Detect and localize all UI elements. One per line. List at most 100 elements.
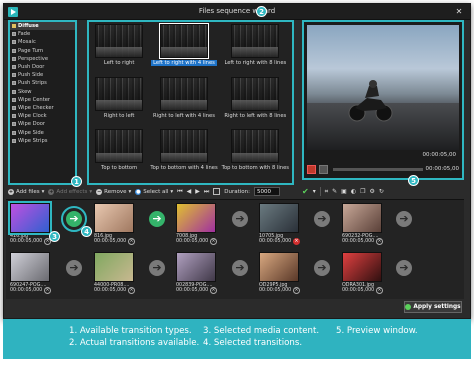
transition-label: Top to bottom with 8 lines xyxy=(221,165,289,172)
transition-type-item[interactable]: Wipe Strips xyxy=(10,137,75,145)
select-all-button[interactable]: ● Select all ▾ xyxy=(135,188,173,195)
preview-timecode: 00:00:05,00 xyxy=(422,152,456,158)
transition-slot-icon[interactable]: ➔ xyxy=(314,211,330,227)
first-icon[interactable]: ⏮ xyxy=(177,188,182,196)
film-icon xyxy=(12,138,16,143)
transition-slot-icon[interactable]: ➔ xyxy=(232,211,248,227)
film-icon xyxy=(12,65,16,70)
transition-type-item[interactable]: Perspective xyxy=(10,55,75,63)
dropdown-icon[interactable]: ▾ xyxy=(313,188,316,195)
transition-type-item[interactable]: Wipe Center xyxy=(10,96,75,104)
media-item[interactable]: × 10705.jpg 00:00:05,000 xyxy=(259,203,300,245)
last-icon[interactable]: ⏭ xyxy=(204,188,209,196)
transition-thumbnail[interactable]: Left to right xyxy=(92,24,146,75)
transition-slot-icon[interactable]: ➔ xyxy=(149,211,165,227)
folder-icon xyxy=(12,24,16,29)
transition-thumbnail[interactable]: Left to right with 4 lines xyxy=(150,23,217,75)
remove-item-icon[interactable]: × xyxy=(210,238,217,245)
transition-type-item[interactable]: Push Door xyxy=(10,63,75,71)
transition-type-item[interactable]: Page Turn xyxy=(10,47,75,55)
previous-icon[interactable]: ◀ xyxy=(187,188,192,195)
transition-type-item[interactable]: Skew xyxy=(10,88,75,96)
media-item[interactable]: × 816.jpg 00:00:05,000 xyxy=(94,203,135,245)
play-button[interactable] xyxy=(307,164,316,174)
transition-preview-image xyxy=(159,129,208,164)
rotate-icon[interactable]: ↻ xyxy=(379,188,384,195)
duration-label: Duration: xyxy=(224,188,250,195)
remove-item-icon[interactable]: × xyxy=(128,238,135,245)
transition-type-item[interactable]: Wipe Clock xyxy=(10,112,75,120)
badge-3: 3 xyxy=(49,231,60,242)
transition-slot-icon[interactable]: ➔ xyxy=(396,211,412,227)
transition-label: Right to left with 8 lines xyxy=(224,112,287,119)
media-item[interactable]: × 7008.jpg 00:00:05,000 xyxy=(176,203,217,245)
media-item[interactable]: × OD29P5.jpg 00:00:05,000 xyxy=(259,252,300,294)
transition-thumbnail[interactable]: Right to left with 4 lines xyxy=(150,76,217,128)
transition-thumbnail[interactable]: Top to bottom with 8 lines xyxy=(222,129,289,180)
media-item[interactable]: × 002839-POG.... 00:00:05,000 xyxy=(176,252,217,294)
add-effects-button[interactable]: + Add effects ▾ xyxy=(48,188,92,195)
remove-item-icon[interactable]: × xyxy=(376,238,383,245)
duration-input[interactable]: 5000 xyxy=(254,187,280,196)
plus-icon: + xyxy=(8,188,14,195)
media-thumbnail xyxy=(342,203,382,233)
transition-type-item[interactable]: Fade xyxy=(10,30,75,38)
checkbox[interactable] xyxy=(213,188,221,195)
media-thumbnail xyxy=(342,252,382,282)
legend: 1. Available transition types. 2. Actual… xyxy=(3,319,471,359)
preview-controls: 00:00:05,00 xyxy=(307,162,459,176)
crop-icon[interactable]: ⌗ xyxy=(325,188,328,196)
title-bar: Files sequence wizard ✕ xyxy=(4,4,470,20)
transition-type-item[interactable]: Wipe Side xyxy=(10,128,75,136)
media-item[interactable]: × 690247-POG.... 00:00:05,000 xyxy=(10,252,51,294)
transition-slot-icon[interactable]: ➔ xyxy=(314,260,330,276)
transition-type-item[interactable]: Wipe Checker xyxy=(10,104,75,112)
transition-thumbnail[interactable]: Right to left with 8 lines xyxy=(222,76,289,128)
transition-slot-icon[interactable]: ➔ xyxy=(61,206,87,232)
transition-slot-icon[interactable]: ➔ xyxy=(66,260,82,276)
add-files-button[interactable]: + Add files ▾ xyxy=(8,188,44,195)
badge-2: 2 xyxy=(256,6,267,17)
transition-preview-image xyxy=(95,129,144,164)
remove-item-icon[interactable]: × xyxy=(376,287,383,294)
film-icon xyxy=(12,32,16,37)
transition-type-label: Wipe Checker xyxy=(18,104,54,111)
apply-settings-button[interactable]: Apply settings xyxy=(404,301,462,313)
transition-type-item[interactable]: Mosaic xyxy=(10,38,75,46)
transition-thumbnail[interactable]: Right to left xyxy=(92,76,146,128)
transition-type-item[interactable]: Wipe Door xyxy=(10,120,75,128)
remove-item-icon[interactable]: × xyxy=(128,287,135,294)
tools-icon[interactable]: ✎ xyxy=(332,188,337,195)
transition-type-label: Mosaic xyxy=(18,39,36,46)
next-icon[interactable]: ▶ xyxy=(195,188,200,195)
stop-button[interactable] xyxy=(319,164,328,174)
media-item[interactable]: × ODRA301.jpg 00:00:05,000 xyxy=(342,252,383,294)
transition-type-item[interactable]: Diffuse xyxy=(10,22,75,31)
transition-thumbnail[interactable]: Top to bottom with 4 lines xyxy=(150,129,218,180)
transition-slot-icon[interactable]: ➔ xyxy=(149,260,165,276)
color-icon[interactable]: ◐ xyxy=(351,188,356,195)
film-icon xyxy=(12,114,16,119)
transition-type-item[interactable]: Push Side xyxy=(10,71,75,79)
remove-item-icon[interactable]: × xyxy=(210,287,217,294)
transition-thumbnail[interactable]: Left to right with 8 lines xyxy=(222,24,289,75)
transition-type-label: Wipe Side xyxy=(18,129,44,136)
remove-item-icon[interactable]: × xyxy=(293,287,300,294)
apply-check-icon[interactable]: ✔ xyxy=(302,187,309,196)
preview-panel: 00:00:05,00 00:00:05,00 xyxy=(302,20,464,180)
remove-item-icon[interactable]: × xyxy=(44,287,51,294)
layers-icon[interactable]: ▣ xyxy=(341,188,347,195)
close-button[interactable]: ✕ xyxy=(452,6,466,17)
remove-button[interactable]: − Remove ▾ xyxy=(96,188,131,195)
seek-bar[interactable] xyxy=(333,167,423,171)
copy-icon[interactable]: ❐ xyxy=(360,188,365,195)
transition-type-item[interactable]: Push Strips xyxy=(10,79,75,87)
media-item[interactable]: × 690232-POG.... 00:00:05,000 xyxy=(342,203,383,245)
remove-item-icon[interactable]: × xyxy=(293,238,300,245)
settings-icon[interactable]: ⚙ xyxy=(369,188,374,195)
media-item[interactable]: × 44000-PR08.... 00:00:05,000 xyxy=(94,252,135,294)
transition-slot-icon[interactable]: ➔ xyxy=(232,260,248,276)
transition-slot-icon[interactable]: ➔ xyxy=(396,260,412,276)
transition-thumbnail[interactable]: Top to bottom xyxy=(92,129,146,180)
media-item[interactable]: × 416.jpg 00:00:05,000 xyxy=(8,201,52,245)
